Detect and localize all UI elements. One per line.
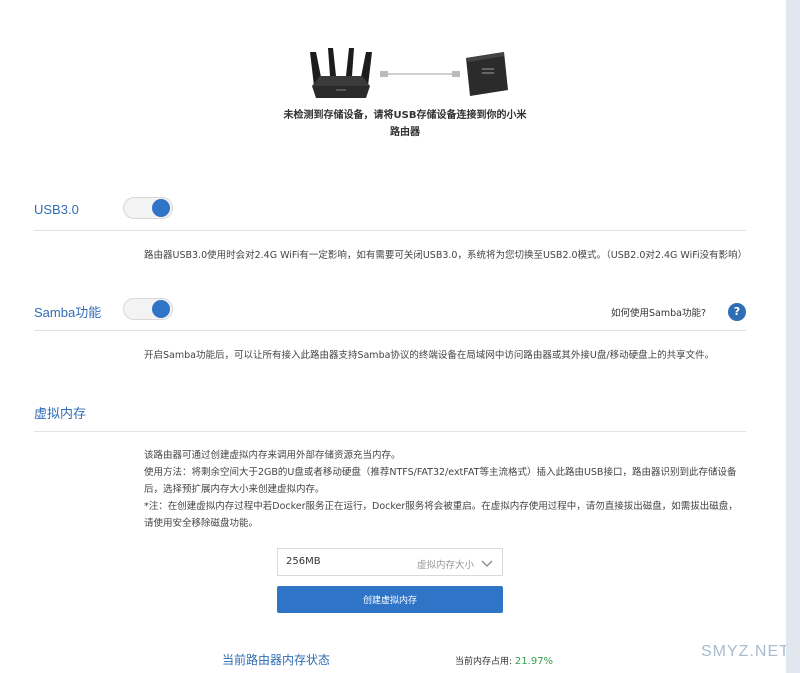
usb30-title: USB3.0 (34, 202, 79, 217)
create-virtual-memory-button[interactable]: 创建虚拟内存 (277, 586, 503, 613)
settings-panel: 未检测到存储设备，请将USB存储设备连接到你的小米 路由器 USB3.0 路由器… (0, 0, 786, 673)
virtual-memory-usage-line1: 使用方法：将剩余空间大于2GB的U盘或者移动硬盘（推荐NTFS/FAT32/ex… (144, 467, 737, 478)
usb-cable-icon (380, 71, 460, 77)
divider (34, 230, 746, 231)
memory-usage: 当前内存占用: 21.97% (455, 654, 553, 667)
page-right-edge (786, 0, 800, 673)
toggle-knob (152, 199, 170, 217)
memory-size-placeholder: 虚拟内存大小 (416, 560, 474, 571)
toggle-knob (152, 300, 170, 318)
virtual-memory-note-line1: *注：在创建虚拟内存过程中若Docker服务正在运行，Docker服务将会被重启… (144, 501, 738, 512)
samba-title: Samba功能 (34, 305, 102, 320)
watermark: SMYZ.NET (701, 643, 786, 660)
no-storage-message-line1: 未检测到存储设备，请将USB存储设备连接到你的小米 (283, 110, 527, 121)
hard-drive-icon (466, 52, 508, 96)
memory-status-title: 当前路由器内存状态 (222, 653, 331, 667)
memory-size-value: 256MB (286, 556, 321, 567)
virtual-memory-usage-line2: 后，选择预扩展内存大小来创建虚拟内存。 (144, 484, 325, 495)
samba-description: 开启Samba功能后，可以让所有接入此路由器支持Samba协议的终端设备在局域网… (144, 350, 715, 361)
virtual-memory-note: *注：在创建虚拟内存过程中若Docker服务正在运行，Docker服务将会被重启… (144, 498, 738, 532)
virtual-memory-note-line2: 请使用安全移除磁盘功能。 (144, 518, 259, 529)
divider (34, 330, 746, 331)
memory-usage-value: 21.97% (514, 656, 554, 667)
virtual-memory-intro: 该路由器可通过创建虚拟内存来调用外部存储资源充当内存。 使用方法：将剩余空间大于… (144, 447, 736, 498)
chevron-down-icon (481, 560, 493, 567)
memory-usage-label: 当前内存占用: (455, 657, 513, 667)
samba-help-link[interactable]: 如何使用Samba功能? (611, 305, 706, 319)
no-storage-message: 未检测到存储设备，请将USB存储设备连接到你的小米 路由器 (280, 107, 530, 141)
virtual-memory-title: 虚拟内存 (34, 406, 87, 421)
divider (34, 431, 746, 432)
router-icon (310, 48, 372, 98)
virtual-memory-intro-line: 该路由器可通过创建虚拟内存来调用外部存储资源充当内存。 (144, 450, 401, 461)
samba-toggle[interactable] (123, 298, 173, 320)
help-icon[interactable]: ? (728, 303, 746, 321)
memory-size-select[interactable]: 256MB 虚拟内存大小 (277, 548, 503, 576)
no-storage-message-line2: 路由器 (390, 127, 420, 138)
usb30-description: 路由器USB3.0使用时会对2.4G WiFi有一定影响，如有需要可关闭USB3… (144, 250, 748, 261)
usb30-toggle[interactable] (123, 197, 173, 219)
